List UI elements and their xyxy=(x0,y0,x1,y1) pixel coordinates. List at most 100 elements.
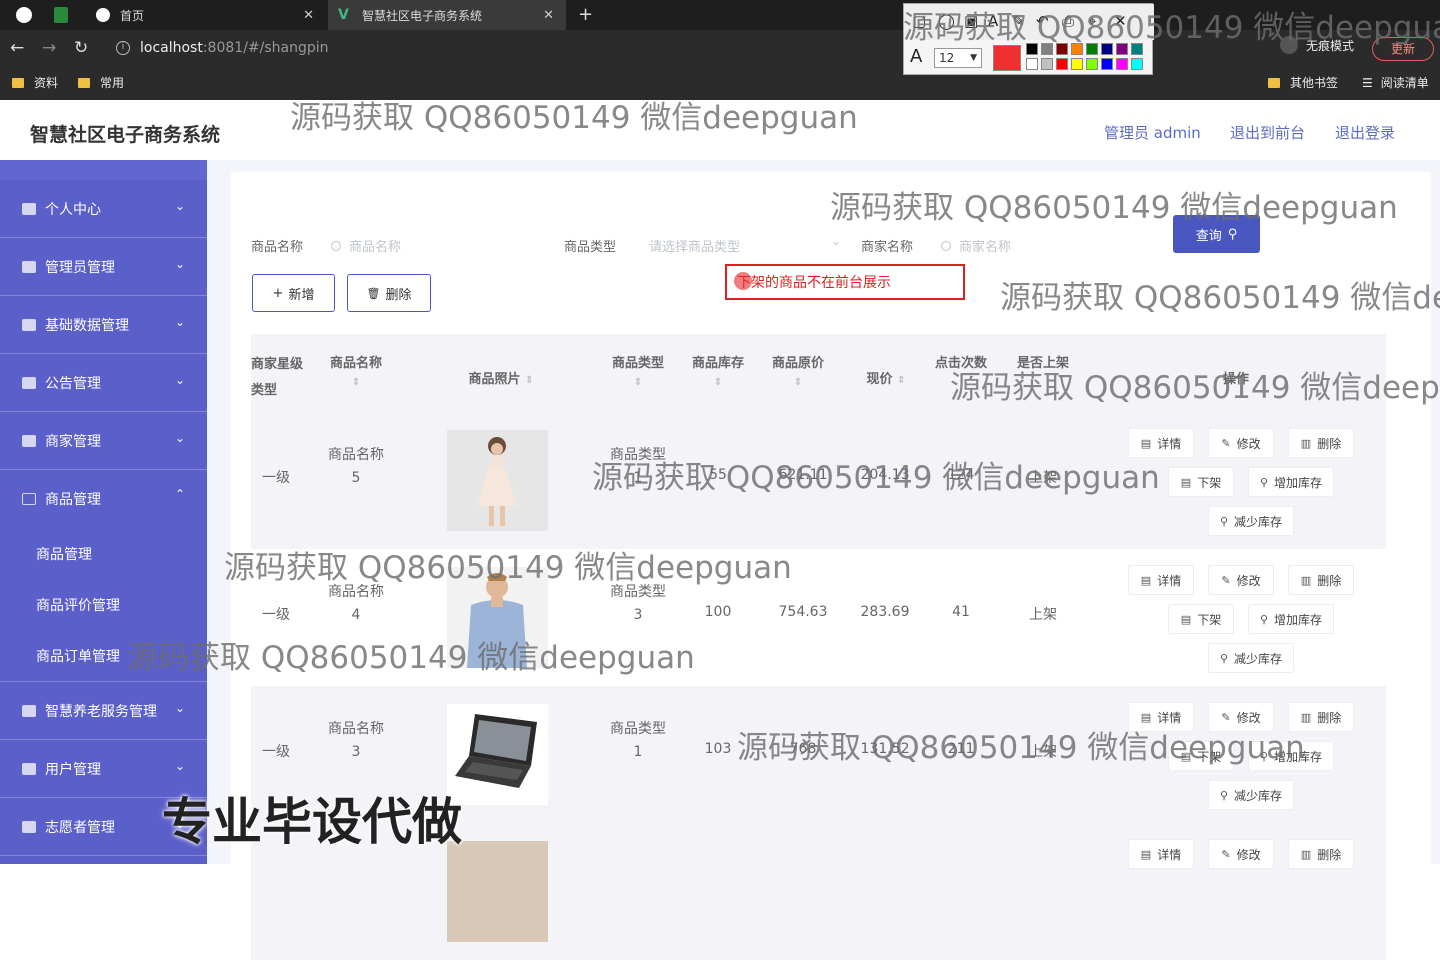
color-swatch[interactable] xyxy=(1056,43,1068,55)
th-clicks[interactable]: 点击次数 xyxy=(926,352,996,371)
color-swatch[interactable] xyxy=(1131,58,1143,70)
color-swatch[interactable] xyxy=(1041,58,1053,70)
th-shop-level[interactable]: 商家星级类型 xyxy=(251,352,311,404)
goods-type-select[interactable]: 请选择商品类型 xyxy=(649,236,740,255)
th-stock[interactable]: 商品库存 ⇕ xyxy=(683,352,753,388)
incognito-indicator[interactable]: 无痕模式 xyxy=(1280,36,1354,54)
th-photo[interactable]: 商品照片 ⇕ xyxy=(451,368,551,387)
th-name[interactable]: 商品名称 ⇕ xyxy=(321,352,391,388)
sort-icon[interactable]: ⇕ xyxy=(603,377,673,388)
row-delete-button[interactable]: ▥ 删除 xyxy=(1288,702,1354,732)
bookmark-folder[interactable]: 资料 xyxy=(12,74,58,91)
color-swatch[interactable] xyxy=(1101,43,1113,55)
add-stock-button[interactable]: ⚲ 增加库存 xyxy=(1248,741,1334,771)
sort-icon[interactable]: ⇕ xyxy=(321,377,391,388)
text-tool-icon[interactable]: A xyxy=(988,12,998,30)
undo-icon[interactable]: ↶ xyxy=(1036,12,1049,30)
reduce-stock-button[interactable]: ⚲ 减少库存 xyxy=(1208,780,1294,810)
back-icon[interactable]: ← xyxy=(10,38,24,58)
delete-button[interactable]: 🗑 删除 xyxy=(347,274,431,312)
sidebar-item-elderly-service[interactable]: 智慧养老服务管理 ⌄ xyxy=(0,682,207,740)
edit-button[interactable]: ✎ 修改 xyxy=(1208,428,1274,458)
edit-button[interactable]: ✎ 修改 xyxy=(1208,702,1274,732)
sort-icon[interactable]: ⇕ xyxy=(763,377,833,388)
sidebar-item-goods[interactable]: 商品管理 ⌃ xyxy=(0,470,207,528)
color-swatch[interactable] xyxy=(1131,43,1143,55)
ellipse-tool-icon[interactable]: ◯ xyxy=(938,12,955,30)
detail-button[interactable]: ▤ 详情 xyxy=(1128,702,1194,732)
exit-to-front-link[interactable]: 退出到前台 xyxy=(1230,122,1305,143)
row-delete-button[interactable]: ▥ 删除 xyxy=(1288,428,1354,458)
sidebar-item-admin-management[interactable]: 管理员管理 ⌄ xyxy=(0,238,207,296)
off-shelf-button[interactable]: ▤ 下架 xyxy=(1168,467,1234,497)
sort-icon[interactable]: ⇕ xyxy=(525,375,533,386)
sort-icon[interactable]: ⇕ xyxy=(897,375,905,386)
color-swatch[interactable] xyxy=(1056,58,1068,70)
query-button[interactable]: 查询 ⚲ xyxy=(1173,215,1260,253)
rect-tool-icon[interactable]: ▢ xyxy=(912,12,926,30)
tab-close-icon[interactable]: ✕ xyxy=(543,8,554,23)
goods-name-input[interactable]: 商品名称 xyxy=(331,236,401,255)
sidebar-subitem-goods-order[interactable]: 商品订单管理 xyxy=(0,630,207,681)
sidebar-item-merchant[interactable]: 商家管理 ⌄ xyxy=(0,412,207,470)
sidebar-item-personal-center[interactable]: 个人中心 ⌄ xyxy=(0,180,207,238)
color-swatch[interactable] xyxy=(1116,58,1128,70)
pen-tool-icon[interactable]: ✎ xyxy=(1012,12,1025,30)
add-button[interactable]: + 新增 xyxy=(252,274,335,312)
font-size-select[interactable]: 12 ▼ xyxy=(934,48,982,68)
add-stock-button[interactable]: ⚲ 增加库存 xyxy=(1248,604,1334,634)
color-swatch[interactable] xyxy=(1071,58,1083,70)
th-on-shelf[interactable]: 是否上架 xyxy=(1008,352,1078,371)
detail-button[interactable]: ▤ 详情 xyxy=(1128,839,1194,869)
bookmark-folder[interactable]: 常用 xyxy=(78,74,124,91)
th-price[interactable]: 现价 ⇕ xyxy=(851,368,921,387)
chevron-down-icon[interactable]: ⌄ xyxy=(831,234,841,248)
reload-icon[interactable]: ↻ xyxy=(74,38,88,58)
tab-app[interactable]: V 智慧社区电子商务系统 ✕ xyxy=(328,0,566,30)
sidebar-item-notice[interactable]: 公告管理 ⌄ xyxy=(0,354,207,412)
add-stock-button[interactable]: ⚲ 增加库存 xyxy=(1248,467,1334,497)
new-tab-icon[interactable]: + xyxy=(578,4,593,25)
reduce-stock-button[interactable]: ⚲ 减少库存 xyxy=(1208,506,1294,536)
color-swatch[interactable] xyxy=(1026,43,1038,55)
color-swatch[interactable] xyxy=(1086,58,1098,70)
pin-icon[interactable]: ⌖ xyxy=(1088,12,1096,30)
logout-link[interactable]: 退出登录 xyxy=(1335,122,1395,143)
tab-close-icon[interactable]: ✕ xyxy=(303,8,314,23)
color-swatch[interactable] xyxy=(1071,43,1083,55)
save-icon[interactable]: ⎙ xyxy=(1062,12,1074,30)
color-swatch[interactable] xyxy=(1101,58,1113,70)
sidebar-subitem-goods[interactable]: 商品管理 xyxy=(0,528,207,579)
cancel-icon[interactable]: ✕ xyxy=(1114,12,1127,30)
edit-button[interactable]: ✎ 修改 xyxy=(1208,839,1274,869)
mosaic-tool-icon[interactable]: ▣ xyxy=(964,12,978,30)
current-color-swatch[interactable] xyxy=(993,45,1021,71)
sidebar-subitem-goods-review[interactable]: 商品评价管理 xyxy=(0,579,207,630)
forward-icon[interactable]: → xyxy=(42,38,56,58)
color-swatch[interactable] xyxy=(1116,43,1128,55)
off-shelf-button[interactable]: ▤ 下架 xyxy=(1168,741,1234,771)
reduce-stock-button[interactable]: ⚲ 减少库存 xyxy=(1208,643,1294,673)
edit-button[interactable]: ✎ 修改 xyxy=(1208,565,1274,595)
off-shelf-button[interactable]: ▤ 下架 xyxy=(1168,604,1234,634)
sort-icon[interactable]: ⇕ xyxy=(683,377,753,388)
detail-button[interactable]: ▤ 详情 xyxy=(1128,565,1194,595)
app-launcher-icon[interactable] xyxy=(54,7,68,23)
row-delete-button[interactable]: ▥ 删除 xyxy=(1288,839,1354,869)
color-swatch[interactable] xyxy=(1041,43,1053,55)
admin-user-label[interactable]: 管理员 admin xyxy=(1104,122,1201,143)
sidebar-item-basic-data[interactable]: 基础数据管理 ⌄ xyxy=(0,296,207,354)
th-orig-price[interactable]: 商品原价 ⇕ xyxy=(763,352,833,388)
shop-name-input[interactable]: 商家名称 xyxy=(941,236,1011,255)
th-type[interactable]: 商品类型 ⇕ xyxy=(603,352,673,388)
detail-button[interactable]: ▤ 详情 xyxy=(1128,428,1194,458)
tab-home[interactable]: 首页 ✕ xyxy=(86,0,326,30)
row-delete-button[interactable]: ▥ 删除 xyxy=(1288,565,1354,595)
site-info-icon[interactable]: i xyxy=(116,41,130,55)
color-swatch[interactable] xyxy=(1026,58,1038,70)
reading-list[interactable]: ☰ 阅读清单 xyxy=(1362,74,1429,91)
color-swatch[interactable] xyxy=(1086,43,1098,55)
bookmark-folder[interactable]: 其他书签 xyxy=(1268,74,1338,91)
browser-update-button[interactable]: 更新 xyxy=(1372,37,1434,61)
browser-menu-icon[interactable] xyxy=(16,7,32,23)
